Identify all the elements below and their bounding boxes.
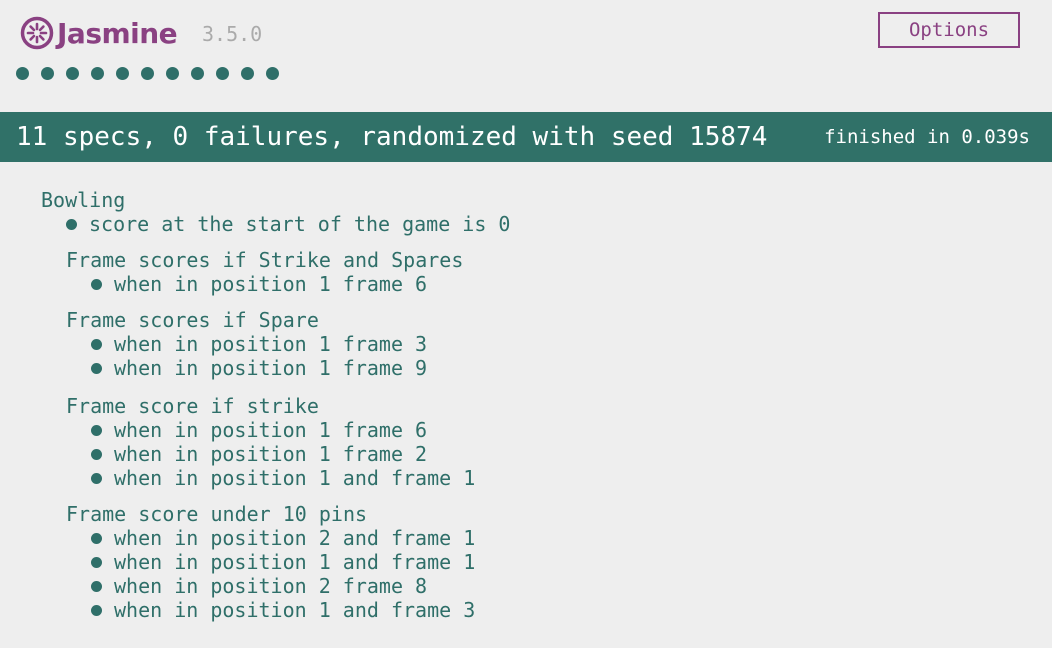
spec-label: when in position 1 and frame 1 (114, 550, 476, 574)
summary-bar: 11 specs, 0 failures, randomized with se… (0, 112, 1052, 162)
passed-spec-dot[interactable] (66, 67, 79, 80)
spec-label: when in position 1 frame 9 (114, 356, 428, 380)
passed-spec-dot[interactable] (191, 67, 204, 80)
spec-label: when in position 2 and frame 1 (114, 526, 476, 550)
jasmine-banner: Jasmine 3.5.0 Options (0, 0, 1052, 110)
spec-label: when in position 1 frame 3 (114, 332, 428, 356)
passed-bullet-icon (91, 604, 102, 616)
passed-spec-dot[interactable] (216, 67, 229, 80)
suite-title[interactable]: Bowling (41, 188, 125, 212)
suite-title[interactable]: Frame scores if Spare (66, 308, 319, 332)
passed-spec-dot[interactable] (116, 67, 129, 80)
spec-item[interactable]: when in position 1 frame 3 (91, 332, 427, 356)
jasmine-flower-icon (20, 16, 54, 50)
passed-bullet-icon (91, 278, 102, 290)
spec-item[interactable]: when in position 1 frame 6 (91, 272, 427, 296)
jasmine-logo: Jasmine (20, 16, 178, 50)
passed-bullet-icon (91, 362, 102, 374)
version-label: 3.5.0 (202, 22, 263, 46)
passed-bullet-icon (91, 472, 102, 484)
spec-label: when in position 1 and frame 1 (114, 466, 476, 490)
passed-spec-dot[interactable] (16, 67, 29, 80)
passed-bullet-icon (91, 338, 102, 350)
passed-spec-dot[interactable] (166, 67, 179, 80)
suite-title[interactable]: Frame scores if Strike and Spares (66, 248, 463, 272)
spec-item[interactable]: when in position 1 and frame 1 (91, 466, 475, 490)
spec-item[interactable]: when in position 1 and frame 1 (91, 550, 475, 574)
spec-item[interactable]: when in position 2 frame 8 (91, 574, 427, 598)
passed-bullet-icon (91, 424, 102, 436)
app-name: Jasmine (57, 16, 178, 50)
spec-label: score at the start of the game is 0 (89, 212, 511, 236)
options-button[interactable]: Options (878, 12, 1020, 48)
spec-item[interactable]: when in position 2 and frame 1 (91, 526, 475, 550)
spec-label: when in position 1 frame 6 (114, 272, 428, 296)
passed-spec-dot[interactable] (141, 67, 154, 80)
spec-label: when in position 1 and frame 3 (114, 598, 476, 622)
passed-spec-dot[interactable] (41, 67, 54, 80)
spec-item[interactable]: when in position 1 and frame 3 (91, 598, 475, 622)
passed-bullet-icon (91, 532, 102, 544)
spec-label: when in position 1 frame 6 (114, 418, 428, 442)
spec-label: when in position 1 frame 2 (114, 442, 428, 466)
spec-status-dots (16, 67, 291, 80)
summary-text: 11 specs, 0 failures, randomized with se… (16, 122, 768, 152)
spec-label: when in position 2 frame 8 (114, 574, 428, 598)
passed-spec-dot[interactable] (266, 67, 279, 80)
passed-spec-dot[interactable] (241, 67, 254, 80)
passed-bullet-icon (91, 448, 102, 460)
spec-item[interactable]: when in position 1 frame 9 (91, 356, 427, 380)
suite-title[interactable]: Frame score under 10 pins (66, 502, 367, 526)
passed-bullet-icon (91, 556, 102, 568)
passed-bullet-icon (91, 580, 102, 592)
passed-bullet-icon (66, 218, 77, 230)
suite-title[interactable]: Frame score if strike (66, 394, 319, 418)
passed-spec-dot[interactable] (91, 67, 104, 80)
spec-item[interactable]: when in position 1 frame 2 (91, 442, 427, 466)
spec-item[interactable]: score at the start of the game is 0 (66, 212, 510, 236)
duration-text: finished in 0.039s (824, 126, 1030, 148)
spec-item[interactable]: when in position 1 frame 6 (91, 418, 427, 442)
